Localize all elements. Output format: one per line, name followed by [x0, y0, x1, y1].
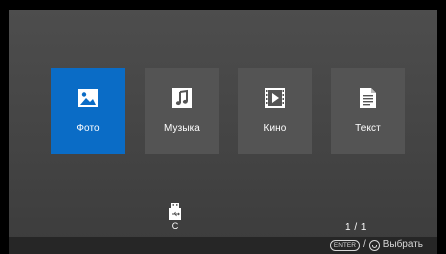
usb-drive-icon — [169, 203, 181, 220]
tile-text[interactable]: Текст — [331, 68, 405, 154]
tile-label: Музыка — [164, 123, 200, 134]
film-play-icon — [265, 88, 285, 108]
document-icon — [360, 88, 376, 108]
footer-bar: ENTER / Выбрать — [9, 237, 437, 254]
page-indicator: 1 / 1 — [345, 222, 367, 233]
tile-music[interactable]: Музыка — [145, 68, 219, 154]
enter-key-icon: ENTER — [329, 239, 360, 251]
tile-label: Фото — [76, 123, 100, 134]
storage-device[interactable]: C — [164, 203, 186, 231]
tile-movie[interactable]: Кино — [238, 68, 312, 154]
tile-photo[interactable]: Фото — [51, 68, 125, 154]
tile-label: Кино — [263, 123, 287, 134]
photo-icon — [78, 89, 98, 107]
media-menu-screen: Фото Музыка Кино Текст C 1 / 1 ENTER / В… — [9, 10, 437, 254]
ok-button-icon — [368, 239, 380, 251]
select-hint: ENTER / Выбрать — [329, 239, 423, 251]
select-action-label: Выбрать — [382, 239, 423, 250]
tile-label: Текст — [355, 123, 381, 134]
music-note-icon — [172, 88, 192, 108]
hint-separator: / — [362, 239, 366, 250]
drive-label: C — [171, 221, 179, 231]
